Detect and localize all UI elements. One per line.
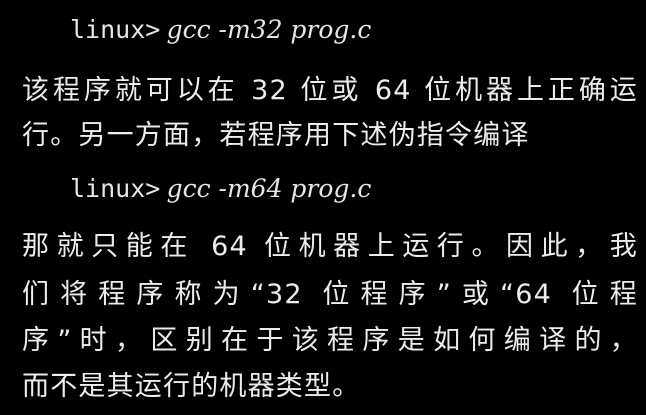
- paragraph-line: 行。另一方面，若程序用下述伪指令编译: [22, 120, 530, 151]
- paragraph-line: 该程序就可以在 32 位或 64 位机器上正确运: [22, 75, 638, 106]
- paragraph-line: 序”时，区别在于该程序是如何编译的，: [22, 325, 638, 356]
- command-line-m64: linux> gcc -m64 prog.c: [70, 171, 371, 207]
- document-page: linux> gcc -m32 prog.c 该程序就可以在 32 位或 64 …: [0, 0, 646, 415]
- shell-prompt: linux>: [70, 174, 161, 203]
- paragraph-line: 而不是其运行的机器类型。: [22, 371, 361, 402]
- command-text: gcc -m64 prog.c: [166, 174, 372, 203]
- command-line-m32: linux> gcc -m32 prog.c: [70, 12, 371, 48]
- command-text: gcc -m32 prog.c: [166, 15, 372, 44]
- paragraph-line: 那就只能在 64 位机器上运行。因此，我: [22, 231, 638, 262]
- shell-prompt: linux>: [70, 15, 161, 44]
- paragraph-line: 们将程序称为“32 位程序”或“64 位程: [22, 279, 638, 310]
